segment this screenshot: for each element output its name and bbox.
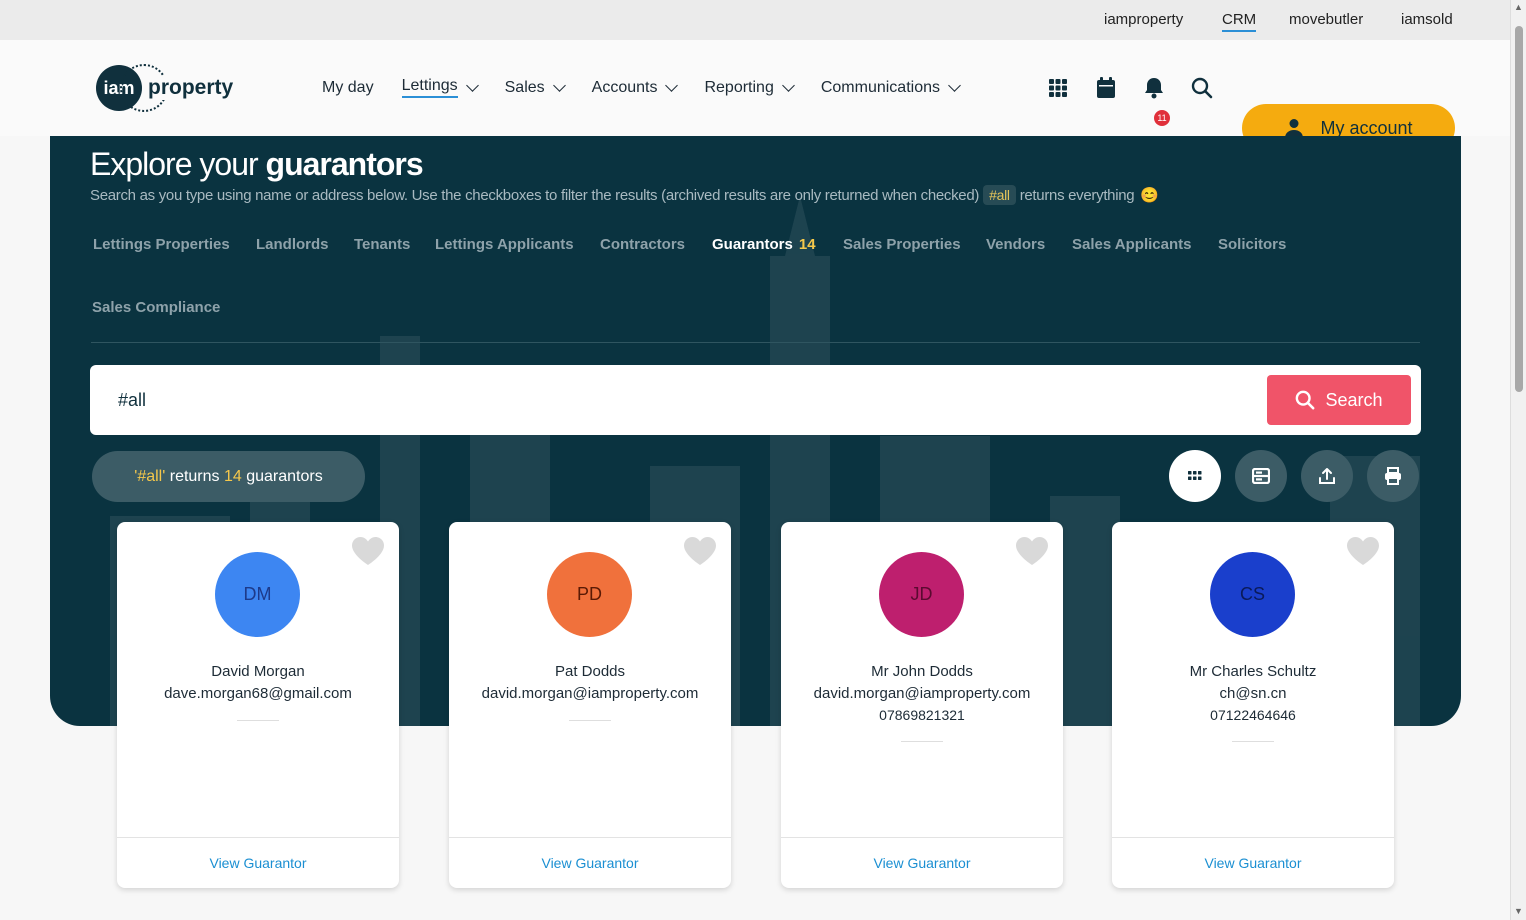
tab-lettings-applicants[interactable]: Lettings Applicants	[435, 236, 574, 253]
page-title: Explore your guarantors	[90, 146, 424, 182]
card-footer: View Guarantor	[449, 837, 731, 888]
notifications-bell-icon[interactable]	[1143, 77, 1165, 99]
search-input[interactable]	[118, 383, 1218, 417]
avatar: PD	[547, 552, 632, 637]
search-icon	[1296, 390, 1315, 410]
topbar-link-iamproperty[interactable]: iamproperty	[1104, 11, 1183, 28]
tab-solicitors[interactable]: Solicitors	[1218, 236, 1286, 253]
tab-vendors[interactable]: Vendors	[986, 236, 1045, 253]
view-guarantor-link[interactable]: View Guarantor	[209, 855, 306, 871]
iamproperty-logo[interactable]: iam property	[96, 64, 234, 112]
card-divider	[1232, 741, 1274, 742]
topbar-link-movebutler[interactable]: movebutler	[1289, 11, 1363, 28]
tab-guarantors[interactable]: Guarantors 14	[712, 236, 816, 253]
guarantor-email: dave.morgan68@gmail.com	[164, 685, 352, 702]
scroll-down-arrow-icon[interactable]: ▼	[1514, 906, 1523, 916]
guarantor-card: CS Mr Charles Schultz ch@sn.cn 071224646…	[1112, 522, 1394, 888]
card-divider	[569, 720, 611, 721]
nav-item-my-day[interactable]: My day	[322, 79, 374, 97]
nav-item-lettings[interactable]: Lettings	[401, 77, 479, 98]
scrollbar-thumb[interactable]	[1515, 26, 1523, 392]
guarantor-email: ch@sn.cn	[1219, 685, 1287, 702]
search-icon[interactable]	[1191, 77, 1213, 99]
tab-tenants[interactable]: Tenants	[354, 236, 410, 253]
page-scrollbar[interactable]: ▲ ▼	[1510, 0, 1526, 920]
guarantors-count: 14	[798, 236, 816, 253]
guarantor-card: DM David Morgan dave.morgan68@gmail.com …	[117, 522, 399, 888]
chevron-down-icon	[465, 78, 479, 92]
export-icon	[1319, 468, 1335, 484]
guarantor-card: PD Pat Dodds david.morgan@iamproperty.co…	[449, 522, 731, 888]
nav-item-sales[interactable]: Sales	[505, 78, 566, 97]
tab-lettings-properties[interactable]: Lettings Properties	[93, 236, 230, 253]
guarantor-name: Mr Charles Schultz	[1189, 663, 1317, 680]
smile-emoji-icon: 😊	[1140, 187, 1159, 204]
guarantor-card: JD Mr John Dodds david.morgan@iampropert…	[781, 522, 1063, 888]
grid-view-icon	[1188, 471, 1202, 480]
view-guarantor-link[interactable]: View Guarantor	[541, 855, 638, 871]
user-icon	[1285, 119, 1304, 138]
main-nav: My day Lettings Sales Accounts Reporting…	[322, 77, 987, 98]
list-view-button[interactable]	[1235, 450, 1287, 502]
apps-grid-icon[interactable]	[1047, 77, 1069, 99]
topbar-link-crm[interactable]: CRM	[1222, 11, 1257, 32]
nav-item-communications[interactable]: Communications	[821, 78, 961, 97]
guarantor-phone: 07122464646	[1210, 707, 1296, 723]
search-bar: Search	[90, 365, 1421, 435]
results-summary: '#all' returns 14 guarantors	[92, 451, 365, 502]
calendar-icon[interactable]	[1095, 77, 1117, 99]
tab-sales-applicants[interactable]: Sales Applicants	[1072, 236, 1192, 253]
search-button[interactable]: Search	[1267, 375, 1411, 425]
guarantor-phone: 07869821321	[879, 707, 965, 723]
card-footer: View Guarantor	[1112, 837, 1394, 888]
chevron-down-icon	[781, 78, 795, 92]
favourite-heart-icon[interactable]	[1015, 536, 1049, 571]
guarantor-name: Mr John Dodds	[871, 663, 973, 680]
export-button[interactable]	[1301, 450, 1353, 502]
guarantor-name: Pat Dodds	[554, 663, 626, 680]
print-icon	[1385, 467, 1401, 485]
favourite-heart-icon[interactable]	[1346, 536, 1380, 571]
chevron-down-icon	[665, 78, 679, 92]
scroll-up-arrow-icon[interactable]: ▲	[1514, 2, 1523, 12]
chevron-down-icon	[948, 78, 961, 92]
card-divider	[901, 741, 943, 742]
chevron-down-icon	[552, 78, 566, 92]
print-button[interactable]	[1367, 450, 1419, 502]
avatar: DM	[215, 552, 300, 637]
nav-item-accounts[interactable]: Accounts	[592, 78, 679, 97]
main-header: iam property My day Lettings Sales Accou…	[0, 40, 1510, 152]
topbar-link-iamsold[interactable]: iamsold	[1401, 11, 1453, 28]
card-footer: View Guarantor	[781, 837, 1063, 888]
page-subtitle: Search as you type using name or address…	[90, 185, 1159, 205]
favourite-heart-icon[interactable]	[351, 536, 385, 571]
favourite-heart-icon[interactable]	[683, 536, 717, 571]
list-view-icon	[1252, 468, 1270, 484]
grid-view-button[interactable]	[1169, 450, 1221, 502]
guarantor-email: david.morgan@iamproperty.com	[813, 685, 1031, 702]
avatar: CS	[1210, 552, 1295, 637]
view-guarantor-link[interactable]: View Guarantor	[1204, 855, 1301, 871]
top-utility-bar: iamproperty CRM movebutler iamsold	[0, 0, 1510, 40]
card-footer: View Guarantor	[117, 837, 399, 888]
logo-word: property	[146, 76, 234, 100]
card-divider	[237, 720, 279, 721]
avatar: JD	[879, 552, 964, 637]
guarantor-email: david.morgan@iamproperty.com	[481, 685, 699, 702]
guarantor-name: David Morgan	[211, 663, 305, 680]
tabs-divider	[91, 342, 1420, 343]
tab-sales-properties[interactable]: Sales Properties	[843, 236, 961, 253]
notification-count-badge: 11	[1154, 110, 1170, 126]
tab-landlords[interactable]: Landlords	[256, 236, 329, 253]
view-guarantor-link[interactable]: View Guarantor	[873, 855, 970, 871]
nav-item-reporting[interactable]: Reporting	[704, 78, 795, 97]
tab-sales-compliance[interactable]: Sales Compliance	[92, 299, 220, 316]
tab-contractors[interactable]: Contractors	[600, 236, 685, 253]
all-tag: #all	[983, 185, 1016, 205]
